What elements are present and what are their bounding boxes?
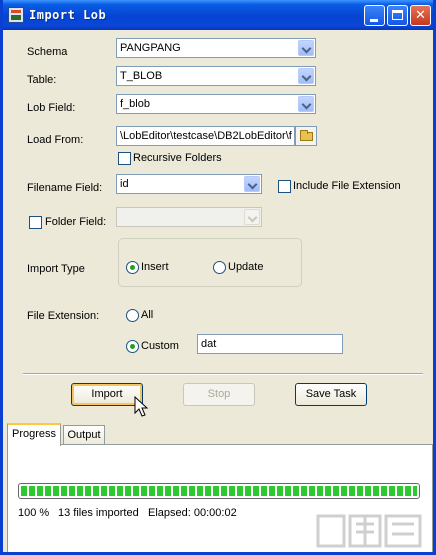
chevron-down-icon xyxy=(247,212,258,223)
file-extension-all-label: All xyxy=(141,309,154,321)
separator xyxy=(23,373,423,375)
window-title: Import Lob xyxy=(29,8,107,22)
save-task-button[interactable]: Save Task xyxy=(295,383,367,406)
load-from-label: Load From: xyxy=(27,134,84,146)
custom-extension-value: dat xyxy=(201,338,217,350)
progress-panel: 100 % 13 files imported Elapsed: 00:00:0… xyxy=(7,444,433,552)
file-extension-custom-label: Custom xyxy=(141,340,179,352)
tab-output[interactable]: Output xyxy=(63,425,105,445)
load-from-value: \LobEditor\testcase\DB2LobEditor\f xyxy=(120,130,292,142)
file-extension-custom-radio[interactable] xyxy=(126,340,139,353)
import-progress-bar xyxy=(18,483,420,499)
files-imported-text: 13 files imported xyxy=(58,507,139,519)
watermark-logo xyxy=(316,514,422,548)
folder-icon xyxy=(300,130,313,141)
load-from-input[interactable]: \LobEditor\testcase\DB2LobEditor\f xyxy=(116,126,295,146)
file-extension-all-radio[interactable] xyxy=(126,309,139,322)
table-value: T_BLOB xyxy=(120,70,163,82)
table-label: Table: xyxy=(27,74,57,86)
filename-field-dropdown-button[interactable] xyxy=(244,176,260,192)
table-dropdown-button[interactable] xyxy=(298,68,314,84)
lob-field-dropdown-button[interactable] xyxy=(298,96,314,112)
folder-field-checkbox[interactable] xyxy=(29,216,42,229)
table-combo[interactable]: T_BLOB xyxy=(116,66,316,86)
filename-field-value: id xyxy=(120,178,129,190)
title-bar[interactable]: Import Lob ✕ xyxy=(3,0,433,30)
minimize-icon xyxy=(370,19,378,22)
schema-label: Schema xyxy=(27,46,68,58)
folder-field-label: Folder Field: xyxy=(45,216,107,228)
stop-button: Stop xyxy=(183,383,255,406)
include-extension-label: Include File Extension xyxy=(293,180,401,192)
close-button[interactable]: ✕ xyxy=(410,5,431,26)
import-type-label: Import Type xyxy=(27,263,85,275)
file-extension-label: File Extension: xyxy=(27,310,100,322)
schema-dropdown-button[interactable] xyxy=(298,40,314,56)
schema-value: PANGPANG xyxy=(120,42,181,54)
progress-fill xyxy=(21,486,417,496)
import-type-update-label: Update xyxy=(228,261,264,273)
maximize-icon xyxy=(392,10,403,20)
include-extension-checkbox[interactable] xyxy=(278,180,291,193)
import-type-update-radio[interactable] xyxy=(213,261,226,274)
lob-field-value: f_blob xyxy=(120,98,150,110)
folder-field-combo xyxy=(116,207,262,227)
maximize-button[interactable] xyxy=(387,5,408,26)
folder-field-dropdown-button xyxy=(244,209,260,225)
lob-field-combo[interactable]: f_blob xyxy=(116,94,316,114)
chevron-down-icon xyxy=(247,179,258,190)
import-type-insert-label: Insert xyxy=(141,261,169,273)
chevron-down-icon xyxy=(301,43,312,54)
recursive-folders-checkbox[interactable] xyxy=(118,152,131,165)
schema-combo[interactable]: PANGPANG xyxy=(116,38,316,58)
tab-progress[interactable]: Progress xyxy=(7,423,61,446)
browse-folder-button[interactable] xyxy=(295,126,317,146)
lob-field-label: Lob Field: xyxy=(27,102,76,114)
filename-field-combo[interactable]: id xyxy=(116,174,262,194)
import-button[interactable]: Import xyxy=(71,383,143,406)
filename-field-label: Filename Field: xyxy=(27,182,103,194)
mouse-cursor-icon xyxy=(134,396,149,417)
form-content: Schema PANGPANG Table: T_BLOB Lob Field:… xyxy=(3,30,433,552)
chevron-down-icon xyxy=(301,71,312,82)
app-icon xyxy=(8,7,24,23)
close-icon: ✕ xyxy=(415,8,426,23)
recursive-folders-label: Recursive Folders xyxy=(133,152,222,164)
minimize-button[interactable] xyxy=(364,5,385,26)
elapsed-time-text: Elapsed: 00:00:02 xyxy=(148,507,237,519)
import-type-insert-radio[interactable] xyxy=(126,261,139,274)
custom-extension-input[interactable]: dat xyxy=(197,334,343,354)
progress-percent: 100 % xyxy=(18,507,50,519)
chevron-down-icon xyxy=(301,99,312,110)
import-lob-window: Import Lob ✕ Schema PANGPANG Table: T_BL… xyxy=(0,0,436,555)
